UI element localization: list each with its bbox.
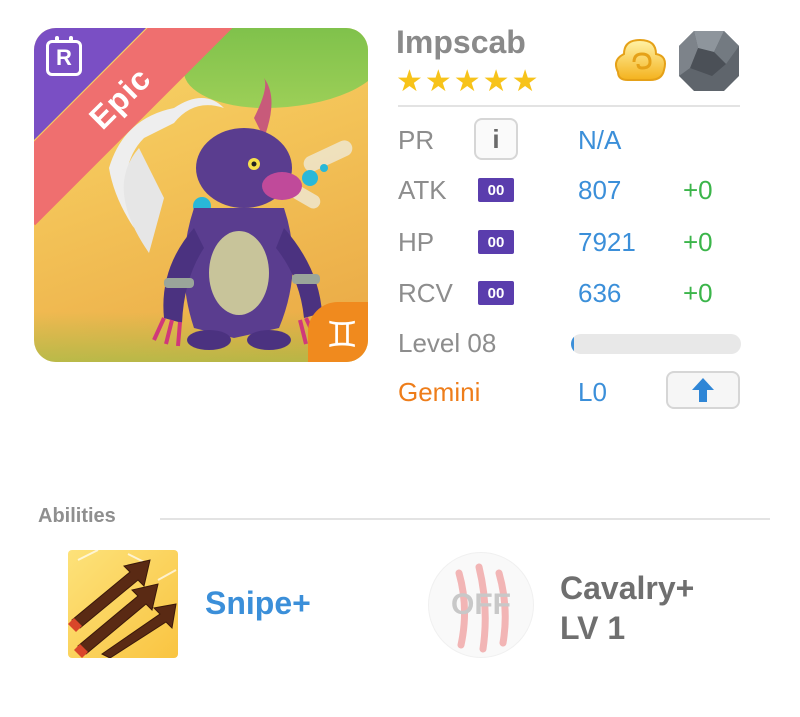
pr-value: N/A xyxy=(578,125,622,155)
rcv-bonus: +0 xyxy=(683,278,713,308)
cloud-swirl-icon xyxy=(615,38,666,81)
snipe-ability-button[interactable] xyxy=(68,550,178,658)
zodiac-sign-label: Gemini xyxy=(398,377,481,407)
abilities-title: Abilities xyxy=(38,505,116,527)
atk-bonus: +0 xyxy=(683,175,713,205)
hp-label: HP xyxy=(398,227,435,257)
atk-value: 807 xyxy=(578,175,622,205)
rcv-value: 636 xyxy=(578,278,622,308)
hp-badge: 00 xyxy=(478,230,514,254)
hp-bonus: +0 xyxy=(683,227,713,257)
rarity-letter-icon: R xyxy=(46,36,82,76)
ability-off-status: OFF xyxy=(451,588,511,621)
zodiac-level: L0 xyxy=(578,377,607,407)
info-icon: i xyxy=(492,123,500,154)
atk-label: ATK xyxy=(398,175,447,205)
stone-icon xyxy=(679,31,739,91)
snipe-arrows-icon xyxy=(68,550,177,658)
atk-badge: 00 xyxy=(478,178,514,202)
cavalry-ability-title: Cavalry+ xyxy=(560,570,695,606)
pr-label: PR xyxy=(398,125,435,155)
info-button[interactable]: i xyxy=(474,118,518,160)
rcv-label: RCV xyxy=(398,278,453,308)
abilities-divider xyxy=(160,518,770,520)
level-progress-fill xyxy=(571,334,575,354)
hp-value: 7921 xyxy=(578,227,636,257)
monster-portrait[interactable]: Epic R ♊ xyxy=(34,28,368,362)
cavalry-ability-name: Cavalry+ LV 1 xyxy=(560,568,694,648)
snipe-ability-name: Snipe+ xyxy=(205,585,311,621)
upgrade-button[interactable] xyxy=(666,371,740,409)
level-label: Level 08 xyxy=(398,328,497,358)
arrow-up-icon xyxy=(692,378,714,402)
star-rating: ★★★★★ xyxy=(396,65,541,98)
gemini-zodiac-icon: ♊ xyxy=(308,302,368,362)
level-progress-bar xyxy=(571,334,741,354)
monster-name: Impscab xyxy=(396,24,526,60)
header-divider xyxy=(398,105,740,107)
rcv-badge: 00 xyxy=(478,281,514,305)
cavalry-ability-button[interactable]: OFF xyxy=(428,552,534,658)
cavalry-ability-level: LV 1 xyxy=(560,610,626,646)
